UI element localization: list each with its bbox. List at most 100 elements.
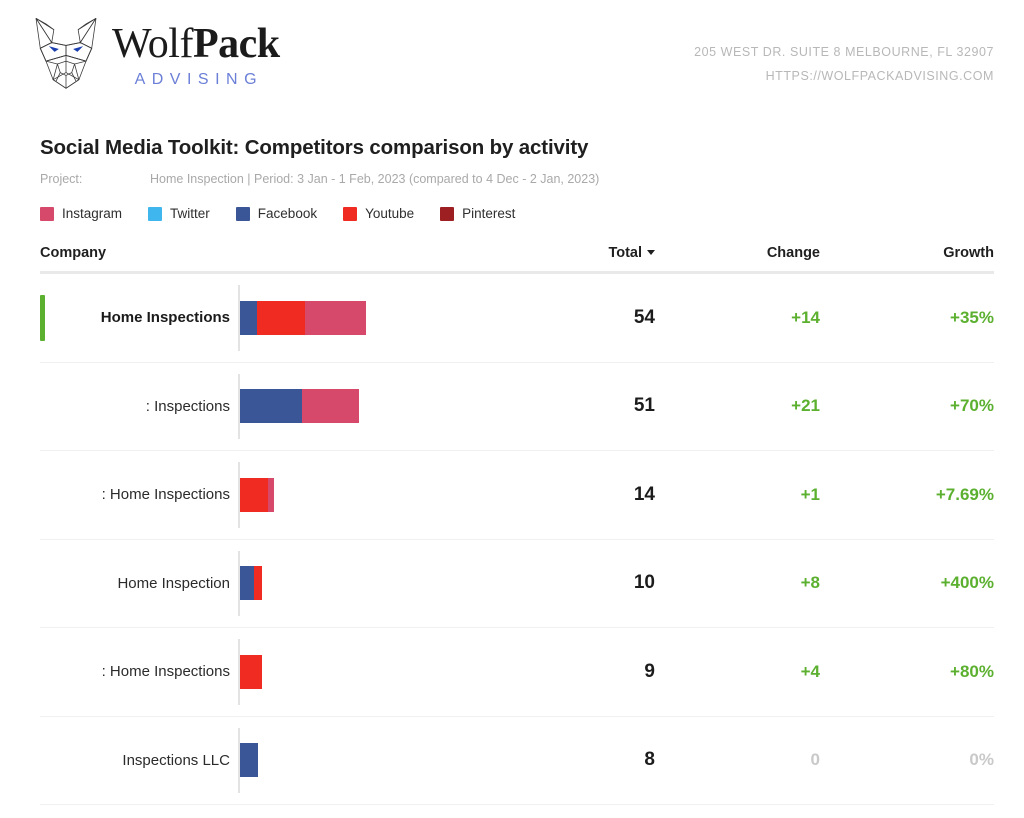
chart-axis-line	[238, 373, 240, 439]
legend-item-label: Twitter	[170, 206, 210, 221]
bar-segment-instagram[interactable]	[302, 389, 359, 424]
bar-segment-youtube[interactable]	[240, 654, 262, 689]
column-header-company[interactable]: Company	[40, 245, 490, 261]
chart-axis-line	[238, 285, 240, 351]
brand-name-light: Wolf	[112, 21, 193, 67]
legend-item-label: Facebook	[257, 206, 318, 221]
activity-bar-chart	[238, 274, 490, 362]
chart-axis-line	[238, 639, 240, 705]
table-row[interactable]: Home Inspections 54 +14 +35%	[40, 274, 994, 363]
legend-item-label: Youtube	[365, 206, 415, 221]
cell-total: 10	[633, 572, 655, 594]
legend-item-pinterest[interactable]: Pinterest	[440, 206, 515, 221]
cell-total: 14	[633, 483, 655, 505]
table-row[interactable]: : Home Inspections 14 +1 +7.69%	[40, 451, 994, 540]
legend-swatch-icon	[343, 206, 358, 221]
cell-growth: +70%	[950, 396, 994, 416]
report-meta: Project: Home Inspection | Period: 3 Jan…	[40, 172, 994, 186]
brand-name: WolfPack	[112, 23, 280, 65]
activity-bar-chart	[238, 540, 490, 628]
stacked-bar	[240, 743, 258, 778]
company-name[interactable]: Home Inspections	[40, 308, 238, 327]
chart-axis-line	[238, 550, 240, 616]
stacked-bar	[240, 477, 274, 512]
cell-company: : Home Inspections	[40, 628, 490, 716]
table-header-row: Company Total Change Growth	[40, 245, 994, 274]
cell-company: Inspections LLC	[40, 717, 490, 805]
chevron-down-icon[interactable]	[647, 249, 655, 255]
cell-growth: +400%	[940, 573, 994, 593]
cell-total: 8	[644, 749, 655, 771]
table-row[interactable]: : Inspections 51 +21 +70%	[40, 363, 994, 451]
cell-total: 51	[633, 395, 655, 417]
cell-company: Home Inspections	[40, 274, 490, 362]
legend-swatch-icon	[148, 206, 163, 221]
competitors-table: Company Total Change Growth Home Inspect…	[40, 245, 994, 805]
bar-segment-youtube[interactable]	[254, 566, 262, 601]
activity-bar-chart	[238, 451, 490, 539]
cell-growth: +80%	[950, 661, 994, 681]
cell-company: : Inspections	[40, 363, 490, 451]
company-name[interactable]: Inspections LLC	[40, 751, 238, 770]
row-highlight-accent	[40, 294, 45, 341]
company-name[interactable]: : Inspections	[40, 397, 238, 416]
legend-item-label: Pinterest	[462, 206, 516, 221]
report-body: Social Media Toolkit: Competitors compar…	[0, 136, 1024, 805]
cell-total: 54	[633, 306, 655, 328]
table-row[interactable]: Home Inspection 10 +8 +400%	[40, 540, 994, 628]
bar-segment-facebook[interactable]	[240, 566, 254, 601]
cell-change: 0	[810, 750, 820, 770]
stacked-bar	[240, 566, 262, 601]
cell-company: : Home Inspections	[40, 451, 490, 539]
bar-segment-instagram[interactable]	[305, 300, 366, 335]
cell-growth: 0%	[969, 750, 994, 770]
legend-item-instagram[interactable]: Instagram	[40, 206, 122, 221]
company-name[interactable]: : Home Inspections	[40, 485, 238, 504]
header-website[interactable]: HTTPS://WOLFPACKADVISING.COM	[694, 64, 994, 88]
report-meta-value: Home Inspection | Period: 3 Jan - 1 Feb,…	[150, 172, 600, 186]
bar-segment-facebook[interactable]	[240, 743, 258, 778]
chart-axis-line	[238, 462, 240, 528]
legend-item-label: Instagram	[62, 206, 123, 221]
stacked-bar	[240, 389, 359, 424]
cell-total: 9	[644, 660, 655, 682]
chart-axis-line	[238, 727, 240, 793]
bar-segment-instagram[interactable]	[268, 477, 274, 512]
page-header: WolfPack ADVISING 205 WEST DR. SUITE 8 M…	[0, 0, 1024, 112]
brand-text: WolfPack ADVISING	[112, 19, 280, 89]
report-meta-label: Project:	[40, 172, 83, 186]
legend-swatch-icon	[440, 206, 455, 221]
activity-bar-chart	[238, 717, 490, 805]
column-header-total[interactable]: Total	[490, 245, 655, 261]
column-header-growth[interactable]: Growth	[820, 245, 994, 261]
legend-item-youtube[interactable]: Youtube	[343, 206, 414, 221]
legend-item-twitter[interactable]: Twitter	[148, 206, 210, 221]
brand-logo: WolfPack ADVISING	[30, 14, 280, 94]
legend-swatch-icon	[235, 206, 250, 221]
company-name[interactable]: : Home Inspections	[40, 662, 238, 681]
bar-segment-youtube[interactable]	[240, 477, 268, 512]
cell-change: +21	[791, 396, 820, 416]
bar-segment-youtube[interactable]	[257, 300, 305, 335]
legend-item-facebook[interactable]: Facebook	[235, 206, 318, 221]
bar-segment-facebook[interactable]	[240, 389, 302, 424]
brand-name-bold: Pack	[192, 21, 280, 67]
wolf-head-icon	[35, 17, 97, 89]
cell-change: +1	[800, 484, 820, 504]
brand-tagline: ADVISING	[134, 71, 264, 88]
company-name[interactable]: Home Inspection	[40, 574, 238, 593]
stacked-bar	[240, 654, 262, 689]
legend-swatch-icon	[40, 206, 54, 221]
table-body: Home Inspections 54 +14 +35%: Inspections 51…	[40, 274, 994, 805]
table-row[interactable]: : Home Inspections 9 +4 +80%	[40, 628, 994, 717]
cell-change: +8	[800, 573, 820, 593]
cell-change: +14	[791, 307, 820, 327]
table-row[interactable]: Inspections LLC 8 0 0%	[40, 717, 994, 805]
page-title: Social Media Toolkit: Competitors compar…	[40, 136, 589, 159]
activity-bar-chart	[238, 628, 490, 716]
cell-change: +4	[800, 661, 820, 681]
column-header-change[interactable]: Change	[655, 245, 820, 261]
bar-segment-facebook[interactable]	[240, 300, 257, 335]
activity-bar-chart	[238, 363, 490, 451]
stacked-bar	[240, 300, 366, 335]
